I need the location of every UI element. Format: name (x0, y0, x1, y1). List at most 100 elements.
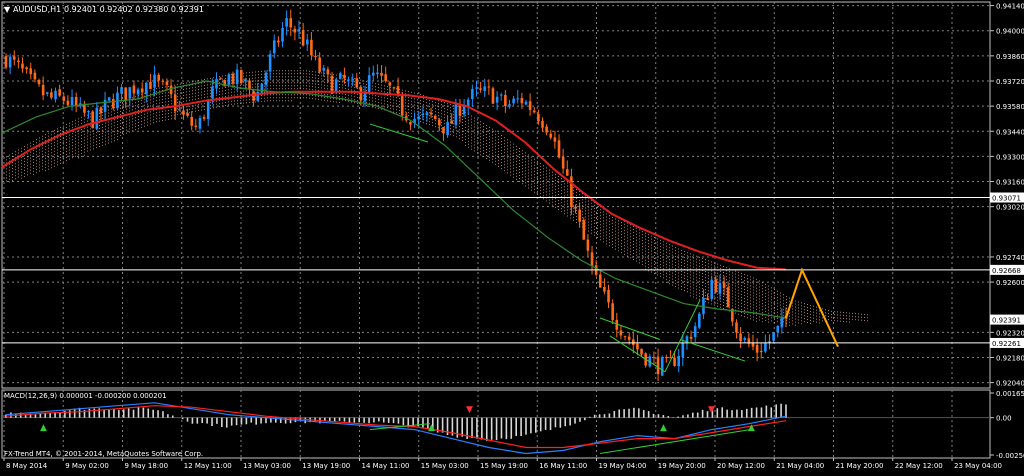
candle[interactable] (450, 120, 454, 124)
candle[interactable] (541, 120, 544, 128)
candle[interactable] (528, 101, 532, 110)
candle[interactable] (400, 96, 404, 116)
candle[interactable] (532, 110, 536, 113)
candle[interactable] (681, 342, 685, 358)
candle[interactable] (565, 169, 569, 176)
candle[interactable] (153, 74, 156, 88)
candle[interactable] (524, 101, 528, 105)
candle[interactable] (285, 18, 288, 27)
candle[interactable] (293, 28, 297, 33)
candle[interactable] (70, 97, 74, 106)
candle[interactable] (718, 282, 722, 294)
candle[interactable] (58, 89, 61, 96)
candle[interactable] (598, 274, 602, 288)
candle[interactable] (190, 116, 194, 126)
candle[interactable] (145, 82, 148, 95)
candle[interactable] (537, 113, 540, 122)
candle[interactable] (619, 330, 623, 336)
candle[interactable] (499, 94, 503, 96)
candle[interactable] (260, 83, 264, 93)
candle[interactable] (479, 88, 482, 90)
candle[interactable] (359, 87, 363, 101)
candle[interactable] (338, 73, 342, 79)
candle[interactable] (132, 85, 136, 94)
candle[interactable] (743, 338, 747, 340)
candle[interactable] (235, 69, 239, 85)
candle[interactable] (636, 343, 639, 350)
candle[interactable] (520, 97, 524, 104)
candle[interactable] (244, 79, 247, 82)
candle[interactable] (380, 72, 383, 76)
candle[interactable] (710, 279, 714, 299)
candle[interactable] (194, 125, 198, 127)
candle[interactable] (491, 88, 495, 104)
candle[interactable] (25, 67, 28, 70)
candle[interactable] (495, 96, 499, 103)
candle[interactable] (211, 86, 214, 99)
candle[interactable] (74, 96, 78, 106)
candle[interactable] (322, 67, 326, 71)
mt4-chart-window[interactable]: 0.93071 0.92668 0.92261 0.92391 ▲ ▲ ▼ ▲ ▼ ▲ 0.001… (0, 0, 1024, 472)
candle[interactable] (264, 72, 268, 86)
candle[interactable] (561, 156, 565, 169)
candle[interactable] (706, 298, 709, 300)
candle[interactable] (652, 357, 656, 359)
candle[interactable] (442, 126, 445, 134)
symbol-dropdown-icon[interactable]: ▼ (4, 5, 11, 14)
candle[interactable] (310, 39, 313, 56)
candle[interactable] (504, 94, 507, 107)
candle[interactable] (462, 106, 466, 115)
candle[interactable] (326, 69, 330, 75)
candle[interactable] (318, 57, 321, 72)
candle[interactable] (12, 56, 16, 60)
candle[interactable] (735, 322, 738, 333)
candle[interactable] (714, 279, 718, 293)
candle[interactable] (248, 80, 251, 90)
chart-canvas[interactable]: 0.930710.926680.922610.92391 ▲ ▲▼▲▼▲0.001… (0, 0, 1024, 472)
candle[interactable] (182, 110, 185, 115)
candle[interactable] (165, 81, 169, 86)
candle[interactable] (421, 113, 425, 115)
candle[interactable] (516, 98, 520, 100)
candle[interactable] (780, 316, 784, 328)
candle[interactable] (107, 97, 111, 101)
candle[interactable] (277, 40, 280, 43)
candle[interactable] (640, 348, 643, 355)
candle[interactable] (454, 104, 458, 125)
candle[interactable] (173, 94, 177, 112)
candle[interactable] (656, 356, 660, 375)
candle[interactable] (433, 115, 437, 120)
candle[interactable] (574, 206, 577, 209)
candle[interactable] (409, 122, 412, 125)
candle[interactable] (603, 286, 606, 292)
candle[interactable] (475, 87, 478, 89)
candle[interactable] (388, 82, 392, 86)
candle[interactable] (252, 91, 255, 101)
candle[interactable] (487, 86, 491, 88)
candle[interactable] (545, 126, 548, 133)
candle[interactable] (50, 92, 53, 98)
candle[interactable] (45, 92, 49, 94)
candle[interactable] (95, 107, 99, 129)
candle[interactable] (231, 73, 235, 84)
candle[interactable] (301, 30, 305, 46)
candle[interactable] (446, 122, 449, 136)
candle[interactable] (305, 39, 309, 45)
candle[interactable] (37, 79, 41, 85)
candle[interactable] (227, 74, 231, 85)
candle[interactable] (54, 90, 57, 100)
candle[interactable] (29, 68, 33, 75)
candle[interactable] (776, 325, 780, 333)
candle[interactable] (268, 54, 272, 72)
candle[interactable] (103, 99, 107, 112)
candle[interactable] (202, 117, 206, 119)
candle[interactable] (471, 89, 474, 100)
candle[interactable] (429, 112, 433, 115)
candle[interactable] (739, 333, 742, 342)
candle[interactable] (586, 239, 590, 251)
candle[interactable] (553, 137, 557, 142)
candle[interactable] (21, 63, 24, 69)
candle[interactable] (272, 40, 276, 54)
candle[interactable] (590, 252, 594, 266)
candle[interactable] (297, 29, 301, 32)
